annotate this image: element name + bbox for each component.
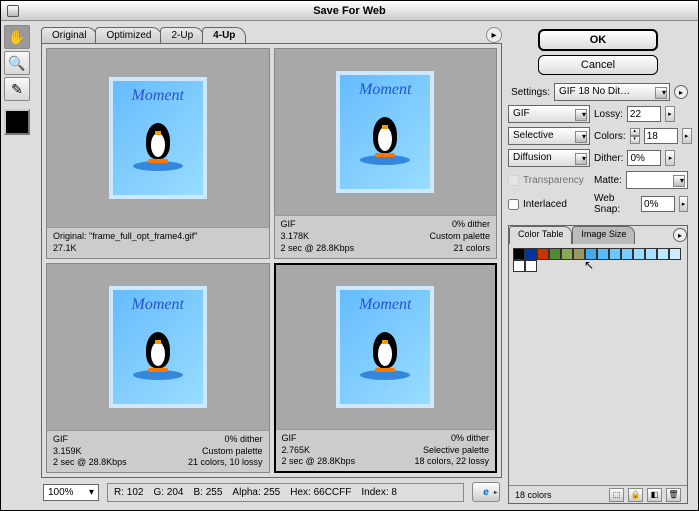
websnap-slider-icon[interactable]: ▸ — [679, 196, 688, 212]
colortable-menu-icon[interactable]: ▸ — [673, 228, 687, 242]
color-count: 18 colors — [515, 490, 552, 500]
close-box[interactable] — [7, 5, 19, 17]
color-info-bar: R: 102 G: 204 B: 255 Alpha: 255 Hex: 66C… — [107, 483, 464, 502]
ok-button[interactable]: OK — [538, 29, 658, 51]
color-swatch[interactable] — [621, 248, 633, 260]
color-swatch[interactable] — [597, 248, 609, 260]
color-swatch[interactable] — [669, 248, 681, 260]
interlaced-checkbox[interactable]: Interlaced — [508, 199, 590, 210]
settings-preset-select[interactable]: GIF 18 No Dit… — [554, 83, 670, 101]
tab-color-table[interactable]: Color Table — [509, 226, 572, 244]
view-tabs: Original Optimized 2-Up 4-Up ▸ — [41, 25, 502, 43]
zoom-select[interactable]: 100%▾ — [43, 484, 99, 501]
zoom-tool[interactable]: 🔍 — [4, 51, 30, 75]
window-titlebar: Save For Web — [1, 1, 698, 21]
color-table-panel: Color Table Image Size ▸ ↖ 18 colors ⬚ 🔒… — [508, 225, 688, 504]
cell-original[interactable]: Moment Original: "frame_full_opt_frame4.… — [46, 48, 270, 259]
format-select[interactable]: GIF — [508, 105, 590, 123]
color-swatch[interactable] — [549, 248, 561, 260]
colors-spinner[interactable]: ▴▾ — [630, 128, 640, 144]
color-swatch[interactable] — [537, 248, 549, 260]
cell-opt3[interactable]: Moment GIF0% dither 2.765KSelective pale… — [274, 263, 498, 474]
preview-grid: Moment Original: "frame_full_opt_frame4.… — [41, 43, 502, 478]
trash-icon[interactable]: 🗑 — [666, 488, 681, 502]
window-title: Save For Web — [313, 5, 386, 17]
tab-2up[interactable]: 2-Up — [160, 27, 204, 43]
colors-input[interactable] — [644, 128, 678, 144]
settings-menu-icon[interactable]: ▸ — [674, 85, 688, 99]
tab-4up[interactable]: 4-Up — [202, 27, 246, 43]
cell-opt2[interactable]: Moment GIF0% dither 3.159KCustom palette… — [46, 263, 270, 474]
color-swatch[interactable] — [609, 248, 621, 260]
lossy-input[interactable] — [627, 106, 661, 122]
dither-slider-icon[interactable]: ▸ — [665, 150, 675, 166]
websafe-icon[interactable]: ⬚ — [609, 488, 624, 502]
dithermethod-select[interactable]: Diffusion — [508, 149, 590, 167]
websnap-input[interactable] — [641, 196, 675, 212]
dither-input[interactable] — [627, 150, 661, 166]
color-swatch[interactable] — [645, 248, 657, 260]
hand-tool[interactable]: ✋ — [4, 25, 30, 49]
tab-original[interactable]: Original — [41, 27, 97, 43]
colors-menu-icon[interactable]: ▸ — [682, 128, 692, 144]
transparency-checkbox[interactable]: Transparency — [508, 175, 590, 186]
tool-column: ✋ 🔍 ✎ — [1, 21, 35, 510]
color-swatch[interactable] — [633, 248, 645, 260]
tab-image-size[interactable]: Image Size — [572, 226, 635, 244]
tab-optimized[interactable]: Optimized — [95, 27, 162, 43]
color-swatch[interactable] — [573, 248, 585, 260]
preview-menu-icon[interactable]: ▸ — [486, 27, 502, 43]
new-swatch-icon[interactable]: ◧ — [647, 488, 662, 502]
lossy-slider-icon[interactable]: ▸ — [665, 106, 675, 122]
swatches[interactable] — [513, 248, 683, 272]
color-swatch[interactable] — [525, 248, 537, 260]
footer-bar: 100%▾ R: 102 G: 204 B: 255 Alpha: 255 He… — [41, 478, 502, 506]
color-swatch[interactable] — [513, 248, 525, 260]
color-swatch[interactable] — [513, 260, 525, 272]
cell-opt1[interactable]: Moment GIF0% dither 3.178KCustom palette… — [274, 48, 498, 259]
lock-icon[interactable]: 🔒 — [628, 488, 643, 502]
cancel-button[interactable]: Cancel — [538, 55, 658, 75]
color-swatch[interactable] — [561, 248, 573, 260]
foreground-swatch[interactable] — [4, 109, 30, 135]
color-swatch[interactable] — [657, 248, 669, 260]
settings-label: Settings: — [508, 87, 550, 98]
browser-preview-button[interactable]: e — [472, 482, 500, 502]
matte-select[interactable] — [626, 171, 688, 189]
reduction-select[interactable]: Selective — [508, 127, 590, 145]
color-swatch[interactable] — [525, 260, 537, 272]
color-swatch[interactable] — [585, 248, 597, 260]
eyedropper-tool[interactable]: ✎ — [4, 77, 30, 101]
